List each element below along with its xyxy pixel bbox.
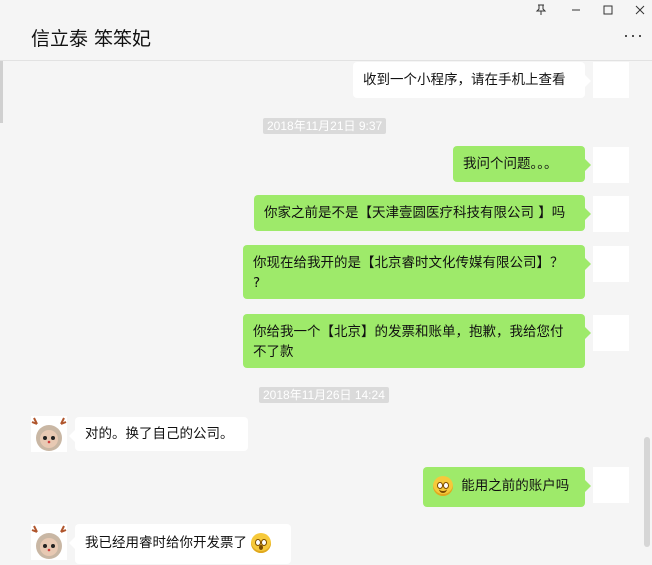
message-text: 我已经用睿时给你开发票了 [85, 535, 247, 551]
timestamp: 2018年11月26日 14:24 [259, 387, 389, 403]
message-text: 你现在给我开的是【北京睿时文化传媒有限公司】？ [253, 255, 564, 271]
message-bubble-received[interactable]: 我已经用睿时给你开发票了 [69, 524, 291, 564]
message-text: 不了款 [253, 344, 294, 360]
message-bubble-received[interactable]: 对的。换了自己的公司。 [69, 417, 248, 451]
shocked-emoji-icon [251, 533, 272, 553]
message-bubble-sent[interactable]: 你家之前是不是【天津壹圆医疗科技有限公司 】吗 [254, 195, 591, 231]
message-bubble-sent[interactable]: 你给我一个【北京】的发票和账单，抱歉，我给您付 不了款 [243, 314, 591, 368]
timestamp: 2018年11月21日 9:37 [263, 118, 387, 134]
maximize-icon[interactable] [598, 4, 618, 20]
message-text: ? [253, 275, 261, 291]
chat-title: 信立泰 笨笨妃 [31, 28, 152, 50]
contact-avatar[interactable] [31, 524, 67, 560]
my-avatar[interactable] [593, 315, 629, 351]
minimize-icon[interactable] [566, 4, 586, 20]
my-avatar[interactable] [593, 147, 629, 183]
message-text: 你给我一个【北京】的发票和账单，抱歉，我给您付 [253, 324, 564, 340]
left-edge-divider [0, 61, 3, 123]
message-text: 对的。换了自己的公司。 [85, 426, 234, 442]
my-avatar[interactable] [593, 246, 629, 282]
my-avatar[interactable] [593, 196, 629, 232]
chat-header: 信立泰 笨笨妃 ··· [0, 0, 652, 61]
chat-scrollbar[interactable] [644, 437, 650, 547]
my-avatar[interactable] [593, 62, 629, 98]
my-avatar[interactable] [593, 467, 629, 503]
pin-icon[interactable] [531, 4, 551, 20]
message-text: 收到一个小程序，请在手机上查看 [363, 72, 566, 88]
message-bubble-sent[interactable]: 收到一个小程序，请在手机上查看 [353, 62, 591, 98]
message-text: 我问个问题。。。 [463, 156, 558, 172]
chat-message-area[interactable]: 收到一个小程序，请在手机上查看 2018年11月21日 9:37 我问个问题。。… [0, 61, 652, 565]
message-bubble-sent[interactable]: 我问个问题。。。 [453, 146, 591, 182]
message-text: 能用之前的账户吗 [461, 478, 570, 494]
smile-emoji-icon [433, 476, 453, 496]
message-text: 你家之前是不是【天津壹圆医疗科技有限公司 】吗 [264, 205, 566, 221]
close-icon[interactable] [630, 4, 650, 20]
message-bubble-sent[interactable]: 你现在给我开的是【北京睿时文化传媒有限公司】？ ? [243, 245, 591, 299]
more-icon[interactable]: ··· [623, 26, 644, 44]
message-bubble-sent[interactable]: 能用之前的账户吗 [423, 467, 591, 507]
contact-avatar[interactable] [31, 416, 67, 452]
